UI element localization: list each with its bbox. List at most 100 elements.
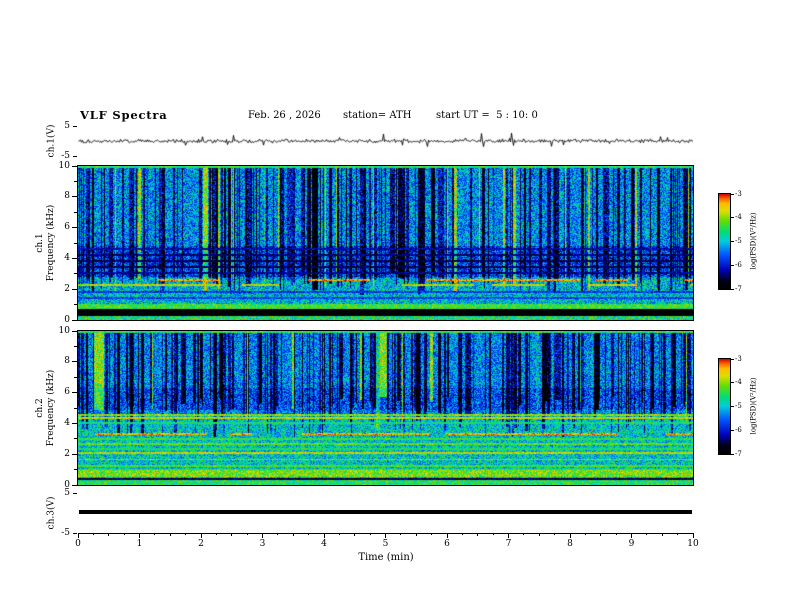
y-tick [72,166,77,167]
x-minor-tick [431,533,433,535]
y-minor-tick [74,212,77,213]
y-tick-label: 6 [64,222,70,232]
y-axis-label-ch1-channel-line: ch.1 [35,233,45,253]
x-tick-label: 1 [136,539,143,549]
y-minor-tick [74,469,77,470]
y-tick [72,454,77,455]
colorbar-1-gradient [719,194,730,289]
x-tick [692,533,694,538]
colorbar-tick [731,430,734,431]
x-minor-tick [92,533,94,535]
colorbar-tick [731,241,734,242]
colorbar-tick-label: -4 [735,378,742,386]
ch1-waveform-canvas [78,126,693,156]
x-tick [262,533,263,538]
y-tick [72,361,77,362]
ch1-spectrogram-canvas [78,166,693,320]
x-minor-tick [615,533,617,535]
x-tick-label: 5 [382,539,389,549]
x-minor-tick [369,533,371,535]
y-tick-label: 5 [64,487,70,498]
y-tick [73,155,77,157]
y-minor-tick [74,181,77,182]
colorbar-tick [731,382,734,383]
colorbar-tick-label: -5 [735,402,742,410]
x-minor-tick [400,533,402,535]
x-minor-tick [308,533,310,535]
vlf-spectra-figure: VLF Spectra Feb. 26 , 2026 station= ATH … [0,0,792,612]
x-minor-tick [154,533,156,535]
y-tick [72,227,77,228]
x-minor-tick [584,533,586,535]
x-minor-tick [461,533,463,535]
y-tick-label: 0 [64,315,70,325]
colorbar-tick-label: -6 [735,426,742,434]
y-tick-label: 10 [58,161,70,171]
x-minor-tick [492,533,494,535]
x-tick-label: 10 [687,539,699,549]
date-label: Feb. 26 , 2026 [248,110,321,121]
y-tick [72,485,77,486]
colorbar-tick-label: -5 [735,237,742,245]
x-minor-tick [123,533,125,535]
x-minor-tick [108,533,110,536]
x-tick-label: 3 [259,539,266,549]
colorbar-tick [731,194,734,195]
x-tick [323,533,325,538]
x-minor-tick [246,533,248,535]
y-tick-label: 2 [64,284,70,294]
x-tick [200,533,202,538]
x-tick [508,533,509,538]
y-minor-tick [74,408,77,409]
y-tick-label: 8 [64,356,70,366]
x-minor-tick [523,533,525,535]
ch3-flatline [79,510,692,514]
x-minor-tick [538,533,540,536]
x-tick-label: 6 [444,539,450,549]
x-minor-tick [231,533,233,536]
colorbar-1 [718,193,731,290]
y-tick-label: 4 [64,253,70,263]
x-tick [77,533,79,538]
y-axis-label-ch2-frequency-line: Frequency (kHz) [46,369,56,447]
y-tick-label: 8 [64,191,70,201]
y-tick [72,196,77,197]
x-minor-tick [477,533,479,536]
time-axis-label: Time (min) [358,552,414,563]
x-tick-label: 4 [321,539,327,549]
start-ut-label: start UT = 5 : 10: 0 [436,110,538,121]
colorbar-tick-label: -6 [735,261,742,269]
x-minor-tick [185,533,187,535]
x-tick-label: 8 [567,539,573,549]
colorbar-2 [718,358,731,455]
x-minor-tick [677,533,679,535]
y-minor-tick [74,438,77,439]
y-tick [72,320,77,321]
figure-title: VLF Spectra [80,108,168,122]
x-tick-label: 7 [505,539,512,549]
colorbar-tick [731,406,734,407]
y-tick-label: 2 [64,449,70,459]
x-tick [446,533,448,538]
y-tick-label: -5 [61,527,70,538]
y-minor-tick [74,243,77,244]
x-minor-tick [169,533,171,536]
y-tick [72,392,77,393]
y-axis-label-ch1-frequency-line: Frequency (kHz) [46,204,56,282]
y-tick-label: 6 [64,387,70,397]
y-tick [73,125,77,127]
colorbar-tick-label: -3 [735,355,742,363]
x-tick [385,533,386,538]
x-tick [139,533,140,538]
colorbar-tick-label: -4 [735,213,742,221]
colorbar-tick [731,289,734,290]
x-tick [631,533,632,538]
x-minor-tick [415,533,417,536]
x-minor-tick [277,533,279,535]
y-axis-label-ch2-channel-line: ch.2 [35,398,45,418]
y-tick [72,258,77,259]
y-tick-label: -5 [61,150,70,161]
y-tick [72,423,77,424]
panel-ch1-spectrogram [77,165,694,321]
x-minor-tick [554,533,556,535]
